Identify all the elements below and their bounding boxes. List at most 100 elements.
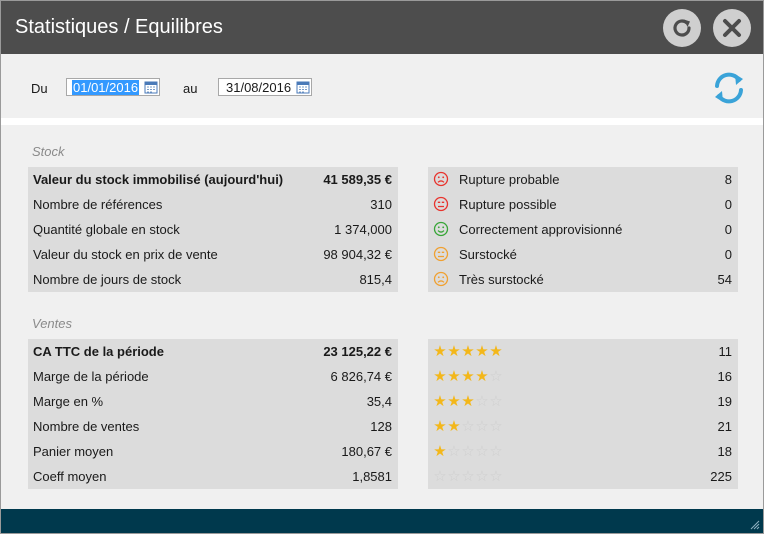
stock-row: Valeur du stock immobilisé (aujourd'hui)… [28,167,398,192]
status-row: Rupture possible 0 [428,192,738,217]
reload-data-icon[interactable] [711,70,747,106]
stock-status-panel: Rupture probable 8 Rupture possible 0 Co… [428,167,738,292]
sales-rating-panel: ★ ★ ★ ★ ★ 11 ★ ★ ★ ★ ☆ 16 ★ ★ ★ ☆ ☆ 19 ★ ★ ☆ ☆ ☆ 21 ★ ☆ ☆ ☆… [428,339,738,489]
star-empty-icon: ☆ [461,442,475,460]
sales-label: Panier moyen [33,444,114,459]
sales-label: Coeff moyen [33,469,107,484]
star-filled-icon: ★ [461,342,475,360]
status-value: 54 [717,272,732,287]
stock-label: Quantité globale en stock [33,222,180,237]
star-filled-icon: ★ [461,392,475,410]
stock-value: 815,4 [359,272,392,287]
to-label: au [183,81,198,96]
window-close-button[interactable] [713,9,751,47]
stock-row: Nombre de références 310 [28,192,398,217]
status-row: Correctement approvisionné 0 [428,217,738,242]
footer-bar [1,509,763,533]
stock-row: Nombre de jours de stock 815,4 [28,267,398,292]
status-label: Surstocké [459,247,517,262]
sales-label: Nombre de ventes [33,419,140,434]
star-filled-icon: ★ [475,367,489,385]
rating-row: ★ ★ ★ ☆ ☆ 19 [428,389,738,414]
window-title: Statistiques / Equilibres [15,16,223,38]
rating-row: ★ ★ ★ ★ ★ 11 [428,339,738,364]
stock-label: Valeur du stock immobilisé (aujourd'hui) [33,172,284,187]
star-empty-icon: ☆ [489,392,503,410]
to-date-value: 31/08/2016 [226,80,292,95]
star-filled-icon: ★ [433,342,447,360]
star-empty-icon: ☆ [475,392,489,410]
star-filled-icon: ★ [475,342,489,360]
rating-row: ★ ☆ ☆ ☆ ☆ 18 [428,439,738,464]
from-date-value: 01/01/2016 [72,80,140,95]
status-label: Correctement approvisionné [459,222,623,237]
sales-metrics-panel: CA TTC de la période 23 125,22 € Marge d… [28,339,398,489]
star-filled-icon: ★ [433,392,447,410]
sad-face-red-icon [433,171,449,187]
from-label: Du [31,81,48,96]
star-empty-icon: ☆ [461,417,475,435]
sales-label: CA TTC de la période [33,344,164,359]
sales-row: Nombre de ventes 128 [28,414,398,439]
star-empty-icon: ☆ [475,417,489,435]
star-empty-icon: ☆ [489,442,503,460]
from-date-field[interactable]: 01/01/2016 [66,78,160,96]
star-empty-icon: ☆ [461,467,475,485]
sales-row: Coeff moyen 1,8581 [28,464,398,489]
rating-count: 21 [717,419,732,434]
stock-value: 310 [370,197,392,212]
divider [1,118,763,125]
star-rating: ★ ★ ★ ★ ★ [433,342,503,360]
star-empty-icon: ☆ [489,417,503,435]
stock-metrics-panel: Valeur du stock immobilisé (aujourd'hui)… [28,167,398,292]
stock-label: Nombre de références [33,197,163,212]
to-date-field[interactable]: 31/08/2016 [218,78,312,96]
star-empty-icon: ☆ [433,467,447,485]
rating-row: ☆ ☆ ☆ ☆ ☆ 225 [428,464,738,489]
star-rating: ★ ★ ★ ☆ ☆ [433,392,503,410]
happy-face-green-icon [433,221,449,237]
rating-count: 225 [710,469,732,484]
resize-grip-icon[interactable] [750,520,760,530]
status-label: Très surstocké [459,272,544,287]
calendar-icon[interactable] [144,80,158,94]
sales-row: Marge en % 35,4 [28,389,398,414]
status-label: Rupture possible [459,197,557,212]
status-value: 0 [724,197,732,212]
star-filled-icon: ★ [433,442,447,460]
date-filter-bar: Du 01/01/2016 au 31/08/2016 [1,54,763,118]
refresh-icon [673,19,691,37]
stock-label: Nombre de jours de stock [33,272,182,287]
status-row: Rupture probable 8 [428,167,738,192]
stock-value: 1 374,000 [334,222,392,237]
rating-row: ★ ★ ★ ★ ☆ 16 [428,364,738,389]
statistics-window: Statistiques / Equilibres Du 01/01/2016 … [0,0,764,534]
sales-value: 180,67 € [341,444,392,459]
calendar-icon[interactable] [296,80,310,94]
star-filled-icon: ★ [489,342,503,360]
star-rating: ★ ★ ☆ ☆ ☆ [433,417,503,435]
stock-label: Valeur du stock en prix de vente [33,247,218,262]
stock-value: 98 904,32 € [323,247,392,262]
star-empty-icon: ☆ [447,442,461,460]
status-row: Surstocké 0 [428,242,738,267]
star-empty-icon: ☆ [447,467,461,485]
sales-row: CA TTC de la période 23 125,22 € [28,339,398,364]
stock-row: Quantité globale en stock 1 374,000 [28,217,398,242]
status-label: Rupture probable [459,172,560,187]
sales-label: Marge en % [33,394,104,409]
star-empty-icon: ☆ [475,442,489,460]
section-title-stock: Stock [32,144,65,159]
star-rating: ★ ☆ ☆ ☆ ☆ [433,442,503,460]
rating-count: 16 [717,369,732,384]
star-filled-icon: ★ [433,417,447,435]
title-bar: Statistiques / Equilibres [1,1,763,54]
sales-label: Marge de la période [33,369,149,384]
sales-value: 35,4 [366,394,392,409]
rating-count: 18 [717,444,732,459]
rating-count: 11 [718,344,733,359]
window-refresh-button[interactable] [663,9,701,47]
sales-value: 1,8581 [352,469,392,484]
star-empty-icon: ☆ [489,367,503,385]
rating-row: ★ ★ ☆ ☆ ☆ 21 [428,414,738,439]
